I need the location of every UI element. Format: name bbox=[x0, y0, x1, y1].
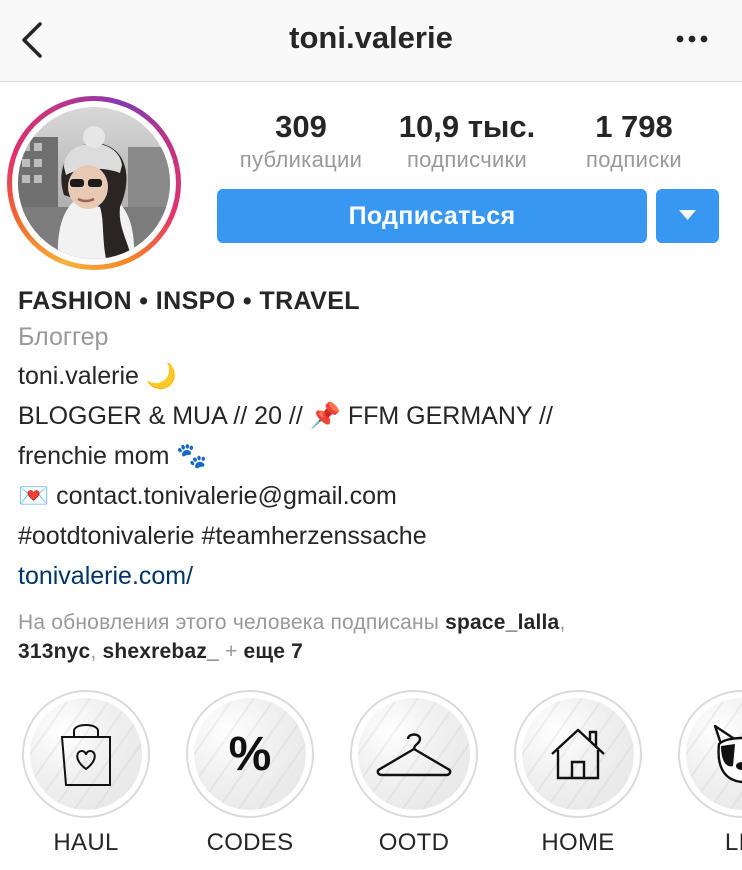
avatar-photo bbox=[18, 107, 170, 259]
following-label: подписки bbox=[585, 147, 683, 172]
french-bulldog-icon bbox=[713, 724, 742, 784]
suggested-accounts-dropdown-button[interactable] bbox=[656, 189, 719, 243]
plus-separator: + bbox=[218, 640, 244, 663]
highlight-label: HAUL bbox=[53, 829, 119, 856]
followers-label: подписчики bbox=[406, 147, 528, 172]
caret-down-icon bbox=[679, 210, 696, 220]
username-title: toni.valerie bbox=[289, 20, 453, 55]
follower-username-2[interactable]: 313nyc bbox=[18, 640, 90, 663]
shopping-bag-heart-icon bbox=[60, 724, 111, 786]
separator: , bbox=[559, 611, 566, 634]
more-options-button[interactable] bbox=[672, 26, 712, 52]
posts-label: публикации bbox=[239, 147, 363, 172]
more-followers-link[interactable]: еще 7 bbox=[243, 640, 303, 663]
highlight-ootd[interactable]: OOTD bbox=[350, 690, 478, 858]
stat-followers[interactable]: 10,9 тыс. подписчики bbox=[392, 108, 542, 174]
highlight-label: OOTD bbox=[378, 829, 450, 856]
profile-category: Блоггер bbox=[18, 323, 109, 351]
story-ring[interactable] bbox=[7, 96, 181, 270]
highlight-codes[interactable]: % CODES bbox=[186, 690, 314, 858]
bio-line-occupation: BLOGGER & MUA // 20 // 📌 FFM GERMANY // bbox=[18, 402, 553, 430]
stat-posts[interactable]: 309 публикации bbox=[228, 108, 374, 174]
bio-line-pet: frenchie mom 🐾 bbox=[18, 442, 208, 470]
highlight-lil[interactable]: LIL bbox=[678, 690, 742, 858]
bio-line-contact-email[interactable]: 💌 contact.tonivalerie@gmail.com bbox=[18, 476, 728, 516]
highlight-home[interactable]: HOME bbox=[514, 690, 642, 858]
house-icon bbox=[551, 728, 605, 780]
highlight-haul[interactable]: HAUL bbox=[22, 690, 150, 858]
followers-count: 10,9 тыс. bbox=[398, 109, 536, 144]
followed-by-prefix: На обновления этого человека подписаны bbox=[18, 611, 446, 634]
followed-by-text[interactable]: На обновления этого человека подписаны s… bbox=[18, 608, 728, 666]
posts-count: 309 bbox=[275, 109, 327, 144]
follow-button[interactable]: Подписаться bbox=[217, 189, 647, 243]
highlight-label: HOME bbox=[541, 829, 615, 856]
profile-bio: FASHION • INSPO • TRAVEL Блоггер toni.va… bbox=[18, 284, 728, 666]
bio-line-username: toni.valerie 🌙 bbox=[18, 362, 177, 390]
hanger-icon bbox=[376, 733, 452, 777]
avatar bbox=[18, 107, 170, 259]
bio-line-hashtags[interactable]: #ootdtonivalerie #teamherzenssache bbox=[18, 516, 728, 556]
top-navigation-bar: toni.valerie bbox=[0, 0, 742, 82]
percent-icon: % bbox=[228, 727, 272, 781]
profile-display-name: FASHION • INSPO • TRAVEL bbox=[18, 287, 360, 315]
highlight-label: CODES bbox=[206, 829, 294, 856]
highlight-label: LIL bbox=[724, 829, 742, 856]
following-count: 1 798 bbox=[595, 109, 673, 144]
separator: , bbox=[90, 640, 103, 663]
website-link[interactable]: tonivalerie.com/ bbox=[18, 556, 728, 596]
stat-following[interactable]: 1 798 подписки bbox=[570, 108, 698, 174]
follower-username-1[interactable]: space_lalla bbox=[445, 611, 559, 634]
follower-username-3[interactable]: shexrebaz_ bbox=[103, 640, 219, 663]
ellipsis-icon bbox=[676, 35, 708, 43]
